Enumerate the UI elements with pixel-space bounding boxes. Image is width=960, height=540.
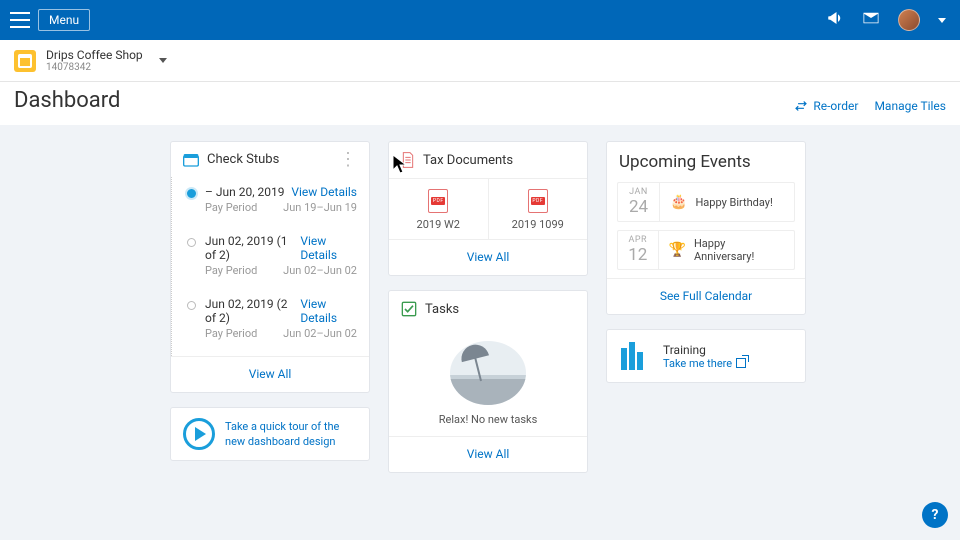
card-title: Upcoming Events (607, 142, 805, 182)
trophy-icon: 🏆 (669, 242, 686, 258)
pdf-icon (428, 189, 448, 213)
chevron-down-icon (159, 58, 167, 63)
top-bar: Menu (0, 0, 960, 40)
tax-documents-card: Tax Documents 2019 W2 2019 1099 View All (388, 141, 588, 276)
pdf-icon (528, 189, 548, 213)
cake-icon: 🎂 (670, 194, 687, 210)
overflow-icon[interactable]: ⋮ (339, 155, 357, 165)
view-details-link[interactable]: View Details (300, 234, 357, 262)
tasks-empty-message: Relax! No new tasks (389, 413, 587, 426)
avatar[interactable] (898, 9, 920, 31)
mail-icon[interactable] (862, 9, 880, 31)
view-details-link[interactable]: View Details (291, 185, 357, 199)
tax-doc-item[interactable]: 2019 1099 (489, 179, 588, 239)
company-id: 14078342 (46, 62, 143, 73)
view-details-link[interactable]: View Details (300, 297, 357, 325)
document-icon (401, 152, 415, 168)
card-title: Tax Documents (423, 153, 513, 168)
chevron-down-icon[interactable] (938, 18, 946, 23)
play-icon[interactable] (183, 418, 215, 450)
check-stub-icon (183, 153, 199, 167)
stub-item: Jun 02, 2019 (1 of 2)View Details Pay Pe… (191, 226, 357, 289)
training-icon (621, 342, 649, 370)
page-title: Dashboard (14, 88, 120, 113)
company-selector[interactable]: Drips Coffee Shop 14078342 (0, 40, 960, 82)
menu-icon[interactable] (10, 12, 30, 28)
view-all-link[interactable]: View All (249, 367, 292, 381)
view-all-link[interactable]: View All (467, 250, 510, 264)
see-calendar-link[interactable]: See Full Calendar (660, 289, 752, 303)
stub-item: – Jun 20, 2019View Details Pay PeriodJun… (191, 177, 357, 226)
external-link-icon (736, 358, 746, 368)
company-logo-icon (14, 50, 36, 72)
training-card: Training Take me there (606, 329, 806, 383)
check-stubs-card: Check Stubs ⋮ – Jun 20, 2019View Details… (170, 141, 370, 393)
help-button[interactable]: ? (922, 502, 948, 528)
menu-button[interactable]: Menu (38, 9, 90, 31)
tax-doc-item[interactable]: 2019 W2 (389, 179, 489, 239)
manage-tiles-link[interactable]: Manage Tiles (874, 99, 946, 113)
reorder-link[interactable]: Re-order (794, 99, 858, 113)
event-item: JAN24 🎂Happy Birthday! (617, 182, 795, 222)
stub-item: Jun 02, 2019 (2 of 2)View Details Pay Pe… (191, 289, 357, 352)
upcoming-events-card: Upcoming Events JAN24 🎂Happy Birthday! A… (606, 141, 806, 315)
card-title: Check Stubs (207, 152, 279, 167)
page-header: Dashboard Re-order Manage Tiles (0, 82, 960, 125)
check-icon (401, 301, 417, 317)
training-title: Training (663, 343, 746, 357)
view-all-link[interactable]: View All (467, 447, 510, 461)
card-title: Tasks (425, 302, 459, 317)
tour-card: Take a quick tour of the new dashboard d… (170, 407, 370, 461)
reorder-icon (794, 99, 808, 113)
training-link[interactable]: Take me there (663, 357, 746, 370)
tour-link[interactable]: Take a quick tour of the new dashboard d… (225, 419, 357, 450)
tasks-card: Tasks Relax! No new tasks View All (388, 290, 588, 473)
dashboard-board: Check Stubs ⋮ – Jun 20, 2019View Details… (0, 125, 960, 489)
event-item: APR12 🏆Happy Anniversary! (617, 230, 795, 270)
company-name: Drips Coffee Shop (46, 48, 143, 62)
announcement-icon[interactable] (826, 9, 844, 31)
beach-illustration (450, 341, 526, 405)
